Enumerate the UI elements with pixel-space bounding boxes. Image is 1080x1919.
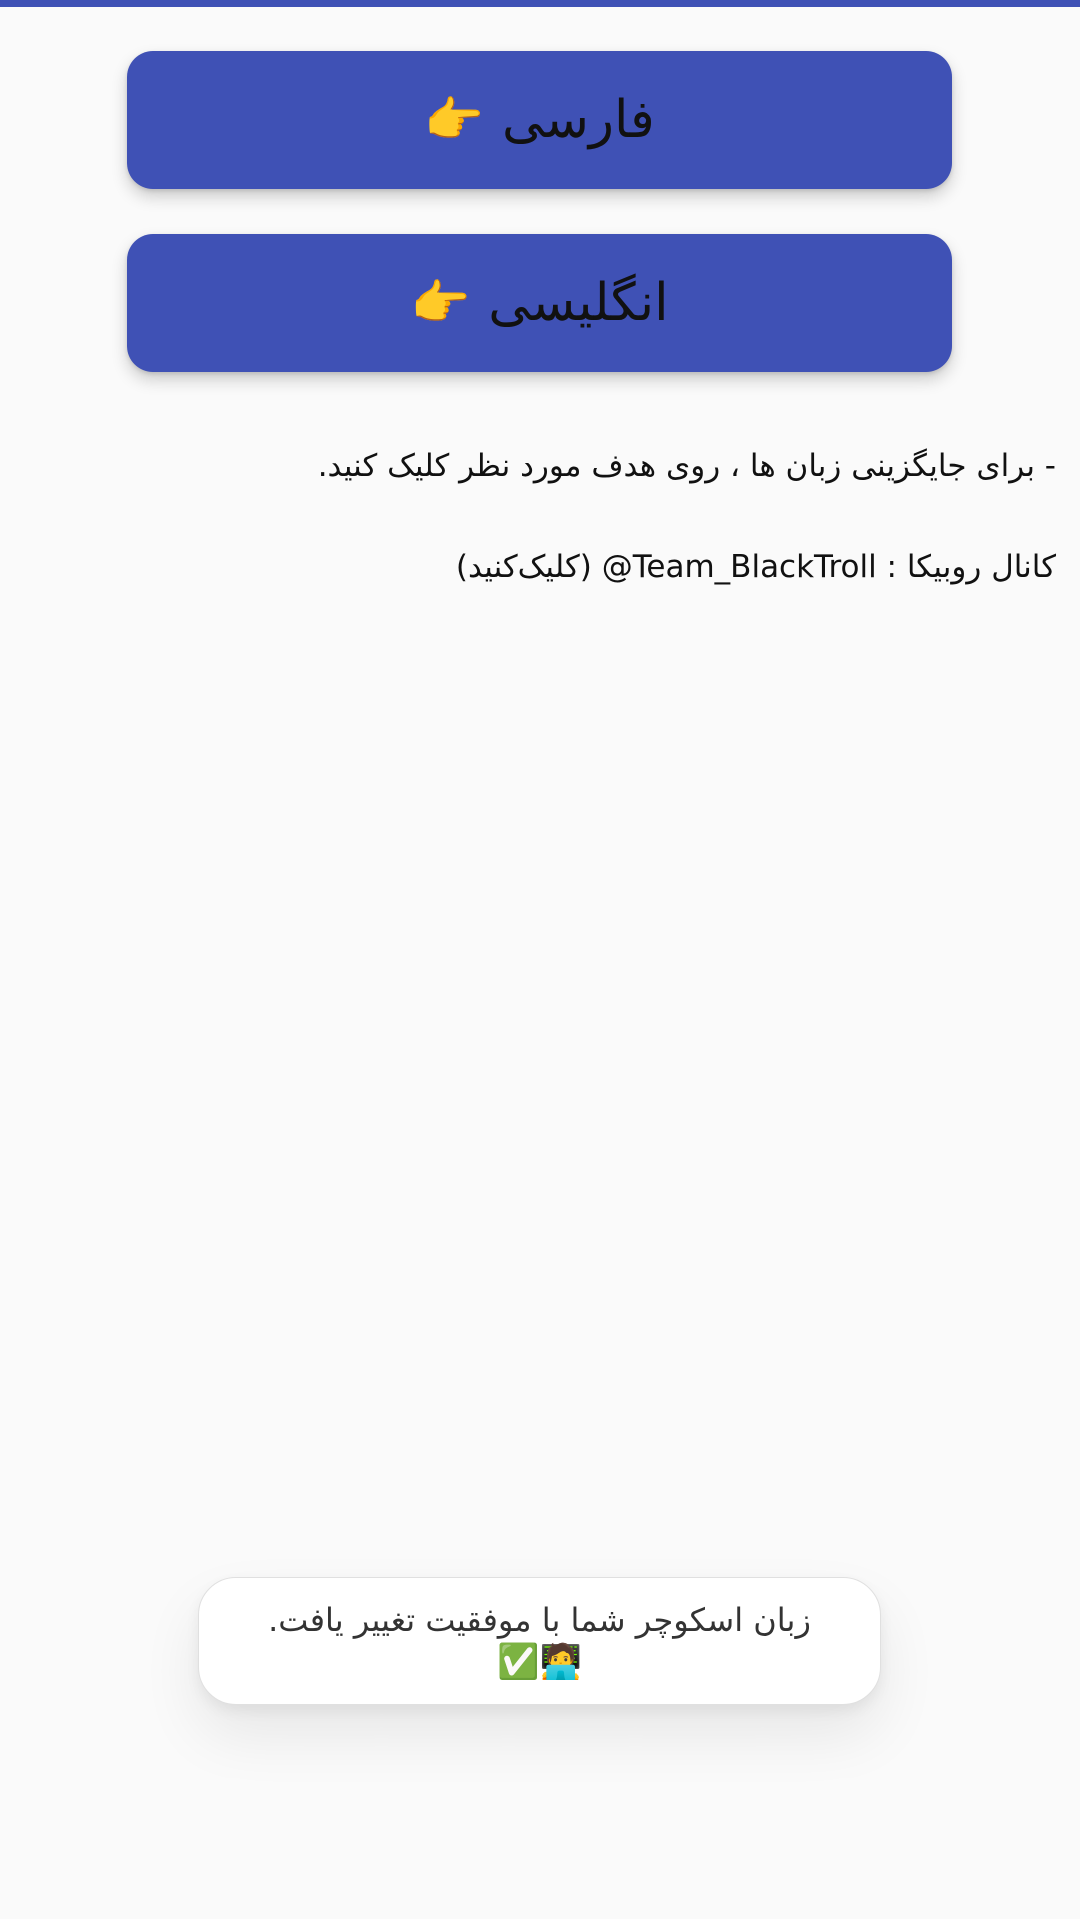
instruction-text: - برای جایگزینی زبان ها ، روی هدف مورد ن… — [317, 448, 1056, 484]
pointing-right-icon: 👉 — [424, 92, 485, 148]
pointing-right-icon: 👉 — [410, 275, 471, 331]
top-accent-bar — [0, 0, 1080, 7]
farsi-button-label: فارسی — [502, 90, 655, 150]
success-toast: زبان اسکوچر شما با موفقیت تغییر یافت. 🧑‍… — [198, 1577, 881, 1705]
english-language-button[interactable]: انگلیسی 👉 — [127, 234, 952, 372]
english-button-label: انگلیسی — [488, 273, 669, 333]
farsi-language-button[interactable]: فارسی 👉 — [127, 51, 952, 189]
toast-message: زبان اسکوچر شما با موفقیت تغییر یافت. — [268, 1601, 811, 1639]
technologist-check-icon: 🧑‍💻✅ — [497, 1642, 582, 1682]
rubika-channel-link[interactable]: کانال روبیکا : ‎@Team_BlackTroll‎ (کلیک‌… — [24, 549, 1056, 585]
